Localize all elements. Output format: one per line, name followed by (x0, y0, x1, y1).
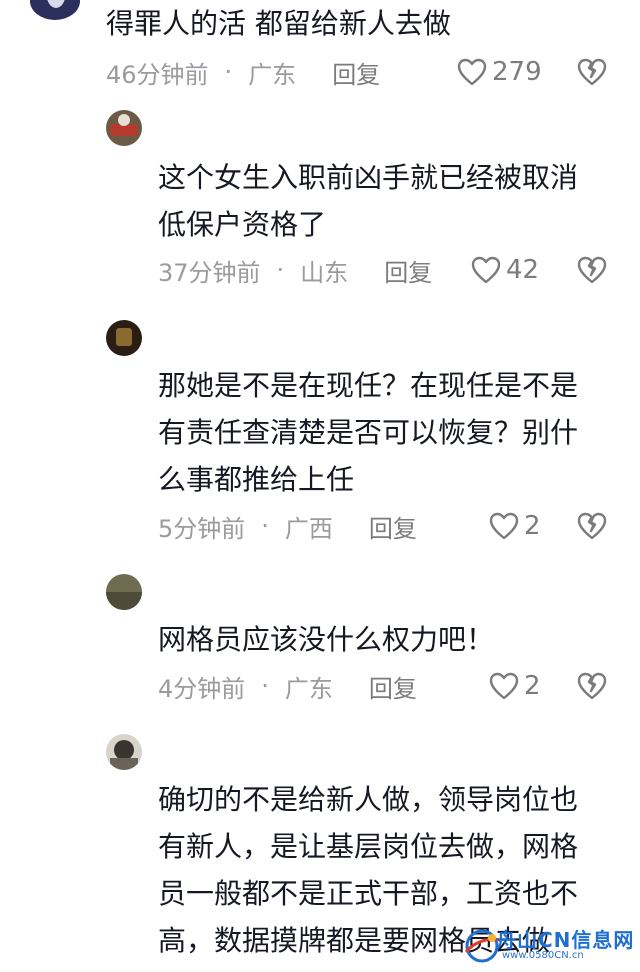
comment-meta: 4分钟前 · 广东 回复 (158, 666, 417, 706)
avatar[interactable] (106, 734, 142, 770)
comment-time: 46分钟前 (106, 60, 209, 89)
reply-button[interactable]: 回复 (332, 55, 380, 90)
meta-separator: · (261, 512, 269, 540)
like-count: 2 (524, 671, 541, 701)
like-count: 2 (524, 511, 541, 541)
heart-outline-icon (457, 58, 487, 86)
broken-heart-icon[interactable] (576, 56, 608, 88)
comment-time: 4分钟前 (158, 674, 246, 703)
like-button[interactable]: 279 (456, 52, 542, 92)
reply-button[interactable]: 回复 (369, 669, 417, 704)
broken-heart-icon[interactable] (576, 510, 608, 542)
like-button[interactable]: 2 (488, 666, 541, 706)
comment-meta: 5分钟前 · 广西 回复 (158, 506, 417, 546)
comment-location: 广西 (284, 514, 333, 543)
meta-separator: · (276, 256, 285, 284)
comment-meta: 46分钟前 · 广东 回复 (106, 52, 380, 92)
comment-location: 山东 (300, 258, 349, 287)
like-button[interactable]: 2 (488, 506, 541, 546)
like-count: 279 (492, 57, 542, 87)
comment-time: 5分钟前 (158, 514, 246, 543)
comment-text: 网格员应该没什么权力吧！ (158, 623, 495, 656)
site-watermark: 舟山CN信息网 www.0580CN.cn (462, 920, 640, 972)
reply-button[interactable]: 回复 (369, 509, 417, 544)
broken-heart-icon[interactable] (576, 670, 608, 702)
like-count: 42 (506, 255, 540, 285)
comment-location: 广东 (284, 674, 333, 703)
avatar[interactable] (106, 574, 142, 610)
heart-outline-icon (489, 672, 519, 700)
comment-meta: 37分钟前 · 山东 回复 (158, 250, 432, 290)
avatar[interactable] (30, 0, 80, 20)
heart-outline-icon (471, 256, 501, 284)
watermark-brand: 舟山CN信息网 (496, 928, 635, 952)
heart-outline-icon (489, 512, 519, 540)
like-button[interactable]: 42 (470, 250, 539, 290)
comment-text: 这个女生入职前凶手就已经被取消 低保户资格了 (158, 161, 579, 241)
meta-separator: · (224, 58, 233, 86)
comment-time: 37分钟前 (158, 258, 261, 287)
comment-text: 得罪人的活 都留给新人去做 (106, 7, 451, 40)
broken-heart-icon[interactable] (576, 254, 608, 286)
avatar[interactable] (106, 110, 142, 146)
reply-button[interactable]: 回复 (384, 253, 432, 288)
comment-text: 那她是不是在现任？在现任是不是 有责任查清楚是否可以恢复？别什 么事都推给上任 (158, 369, 579, 496)
comment-location: 广东 (248, 60, 297, 89)
watermark-url: www.0580CN.cn (502, 950, 584, 961)
avatar[interactable] (106, 320, 142, 356)
meta-separator: · (261, 672, 269, 700)
